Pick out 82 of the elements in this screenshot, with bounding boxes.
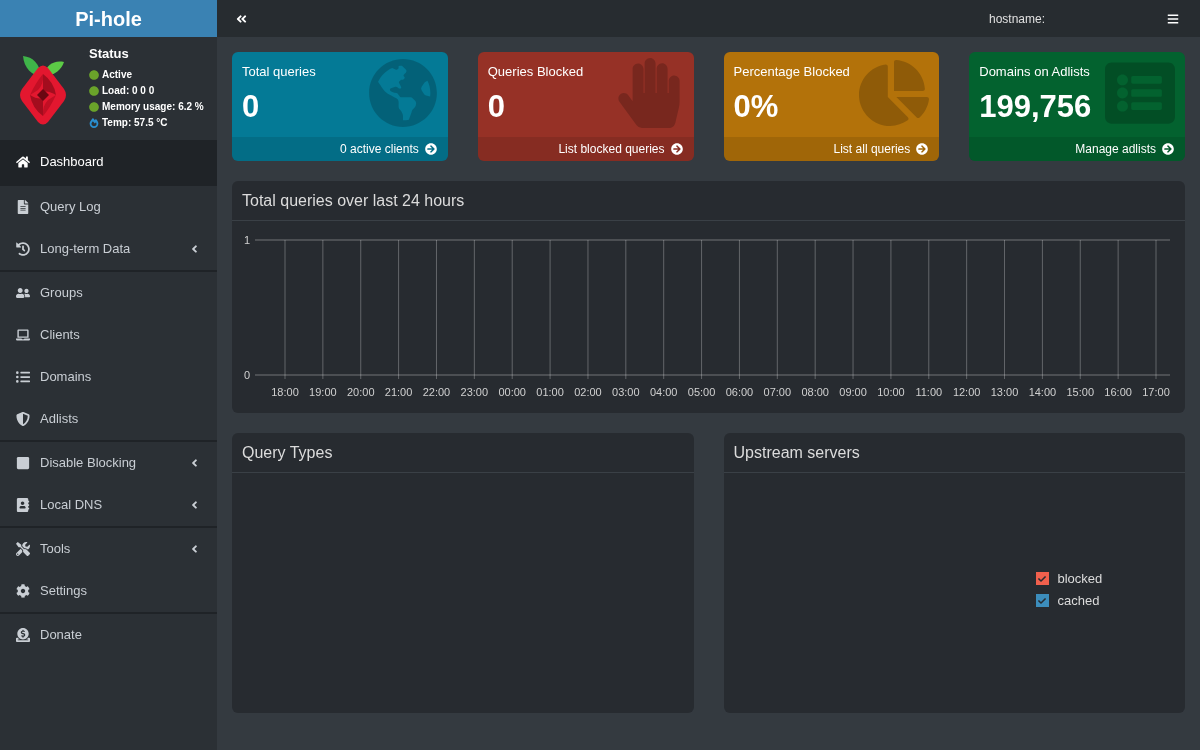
axis-tick-label: 00:00 — [498, 386, 526, 398]
axis-tick-label: 03:00 — [612, 386, 640, 398]
sidebar-item[interactable]: Clients — [0, 314, 217, 356]
card-value: 0 — [487, 89, 505, 125]
axis-tick-label: 12:00 — [952, 386, 981, 398]
flame-icon — [89, 118, 99, 128]
axis-tick-label: 20:00 — [346, 386, 375, 398]
menu-icon — [1167, 12, 1179, 25]
axis-tick-label: 02:00 — [574, 386, 602, 398]
sidebar-item[interactable]: Query Log — [0, 186, 217, 228]
sidebar-item[interactable]: Long-term Data — [0, 228, 217, 270]
pie-chart-icon — [859, 58, 930, 128]
card-title: Total queries — [242, 64, 316, 80]
axis-tick-label: 15:00 — [1066, 386, 1095, 398]
card-value: 199,756 — [979, 89, 1092, 125]
axis-tick-label: 18:00 — [271, 386, 299, 398]
sidebar-item[interactable]: Groups — [0, 272, 217, 314]
globe-icon — [367, 58, 438, 128]
home-icon — [16, 155, 30, 169]
card-footer-link[interactable]: List blocked queries — [477, 137, 694, 161]
card-title: Queries Blocked — [487, 64, 584, 80]
axis-tick-label: 08:00 — [801, 386, 829, 398]
axis-tick-label: 16:00 — [1104, 386, 1132, 398]
axis-tick-label: 04:00 — [649, 386, 678, 398]
settings-icon — [16, 584, 30, 598]
sidebar-item[interactable]: Settings — [0, 570, 217, 612]
card-title: Domains on Adlists — [979, 64, 1090, 80]
status-text: Active — [102, 69, 132, 81]
legend-checkbox[interactable] — [1035, 572, 1049, 585]
legend-label: cached — [1057, 594, 1100, 607]
panel-title: Upstream servers — [733, 442, 860, 463]
status-text: Memory usage: 6.2 % — [102, 101, 204, 113]
card-value: 0% — [733, 89, 779, 125]
list-icon — [16, 370, 30, 384]
sidebar-item[interactable]: Donate — [0, 614, 217, 656]
status-title: Status — [89, 46, 130, 62]
axis-tick-label: 0 — [243, 369, 250, 381]
sidebar-item[interactable]: Disable Blocking — [0, 442, 217, 484]
document-icon — [16, 200, 30, 214]
card-footer-link[interactable]: List all queries — [723, 137, 940, 161]
brand-title: Pi-hole — [75, 8, 142, 29]
check-icon — [1038, 596, 1046, 605]
sidebar-item[interactable]: Tools — [0, 528, 217, 570]
axis-tick-label: 17:00 — [1142, 386, 1170, 398]
users-icon — [16, 286, 30, 300]
panel-title: Query Types — [242, 442, 333, 463]
axis-tick-label: 13:00 — [990, 386, 1019, 398]
axis-tick-label: 22:00 — [422, 386, 451, 398]
axis-tick-label: 14:00 — [1028, 386, 1057, 398]
card-footer-link[interactable]: Manage adlists — [969, 137, 1185, 161]
card-footer-link[interactable]: 0 active clients — [232, 137, 448, 161]
shield-icon — [16, 412, 30, 426]
legend-label: blocked — [1057, 572, 1103, 585]
legend-checkbox[interactable] — [1035, 594, 1049, 607]
axis-tick-label: 23:00 — [460, 386, 489, 398]
coin-icon — [16, 628, 30, 642]
axis-tick-label: 11:00 — [915, 386, 943, 398]
check-icon — [1038, 574, 1046, 583]
status-text: Temp: 57.5 °C — [102, 117, 168, 129]
card-value: 0 — [242, 89, 260, 125]
sidebar-item[interactable]: Adlists — [0, 398, 217, 440]
axis-tick-label: 01:00 — [536, 386, 564, 398]
tools-icon — [16, 542, 30, 556]
card-title: Percentage Blocked — [733, 64, 850, 80]
sidebar-item[interactable]: Local DNS — [0, 484, 217, 526]
double-chevron-left-icon — [236, 12, 247, 25]
axis-tick-label: 10:00 — [877, 386, 905, 398]
sidebar-item[interactable]: Dashboard — [0, 140, 217, 184]
axis-tick-label: 06:00 — [725, 386, 754, 398]
hostname-label: hostname: — [988, 10, 1045, 28]
sidebar-item[interactable]: Domains — [0, 356, 217, 398]
axis-tick-label: 21:00 — [384, 386, 413, 398]
status-text: Load: 0 0 0 — [102, 85, 155, 97]
laptop-icon — [16, 328, 30, 342]
axis-tick-label: 05:00 — [687, 386, 716, 398]
history-icon — [16, 242, 30, 256]
panel-title: Total queries over last 24 hours — [242, 190, 465, 211]
axis-tick-label: 07:00 — [763, 386, 792, 398]
axis-tick-label: 1 — [243, 234, 250, 246]
axis-tick-label: 19:00 — [309, 386, 337, 398]
axis-tick-label: 09:00 — [839, 386, 867, 398]
contact-card-icon — [16, 498, 30, 512]
